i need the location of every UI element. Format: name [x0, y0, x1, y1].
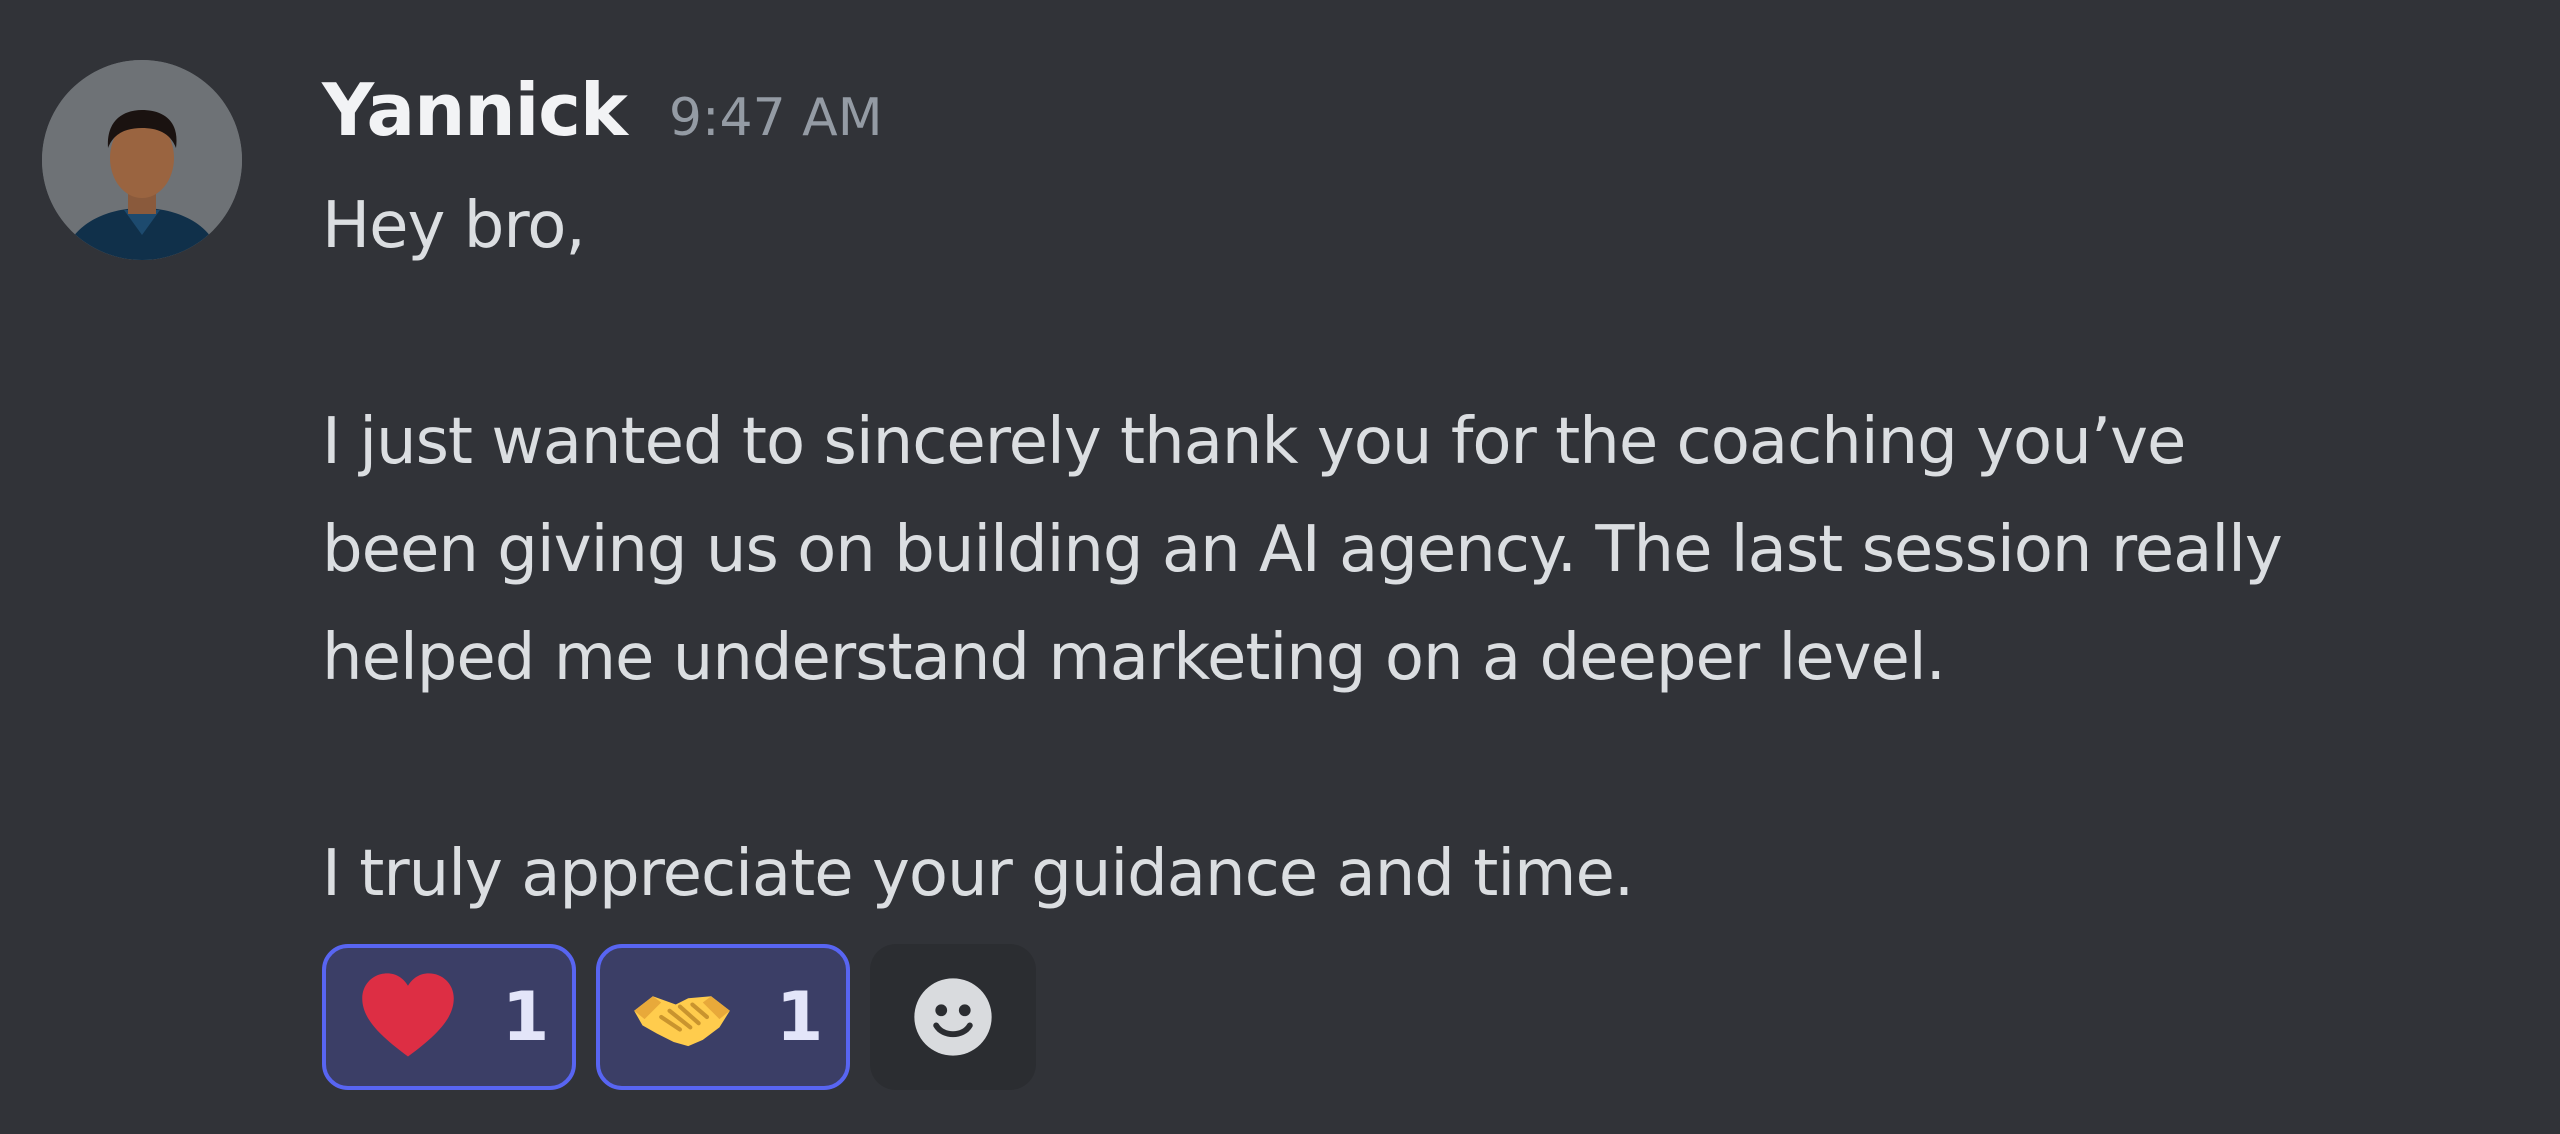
- handshake-icon: [634, 996, 730, 1047]
- chat-message: Yannick 9:47 AM Hey bro, I just wanted t…: [0, 0, 2560, 1134]
- timestamp: 9:47 AM: [668, 88, 883, 148]
- reaction-count: 1: [502, 977, 550, 1057]
- reaction-heart[interactable]: 1: [322, 944, 576, 1090]
- message-content: Hey bro, I just wanted to sincerely than…: [322, 172, 2522, 928]
- smiley-face-icon: [914, 978, 992, 1056]
- reaction-handshake[interactable]: 1: [596, 944, 850, 1090]
- add-reaction-button[interactable]: [870, 944, 1036, 1090]
- message-line: I truly appreciate your guidance and tim…: [322, 837, 1634, 911]
- message-line: helped me understand marketing on a deep…: [322, 621, 1946, 695]
- message-line: Hey bro,: [322, 189, 586, 263]
- avatar-photo-icon: [42, 60, 242, 260]
- username[interactable]: Yannick: [322, 62, 628, 158]
- message-line: I just wanted to sincerely thank you for…: [322, 405, 2186, 479]
- message-line: been giving us on building an AI agency.…: [322, 513, 2283, 587]
- reactions-bar: 1 1: [322, 944, 1036, 1090]
- reaction-count: 1: [776, 977, 824, 1057]
- message-header: Yannick 9:47 AM: [322, 62, 883, 158]
- red-heart-icon: [362, 973, 454, 1057]
- user-avatar[interactable]: [42, 60, 242, 260]
